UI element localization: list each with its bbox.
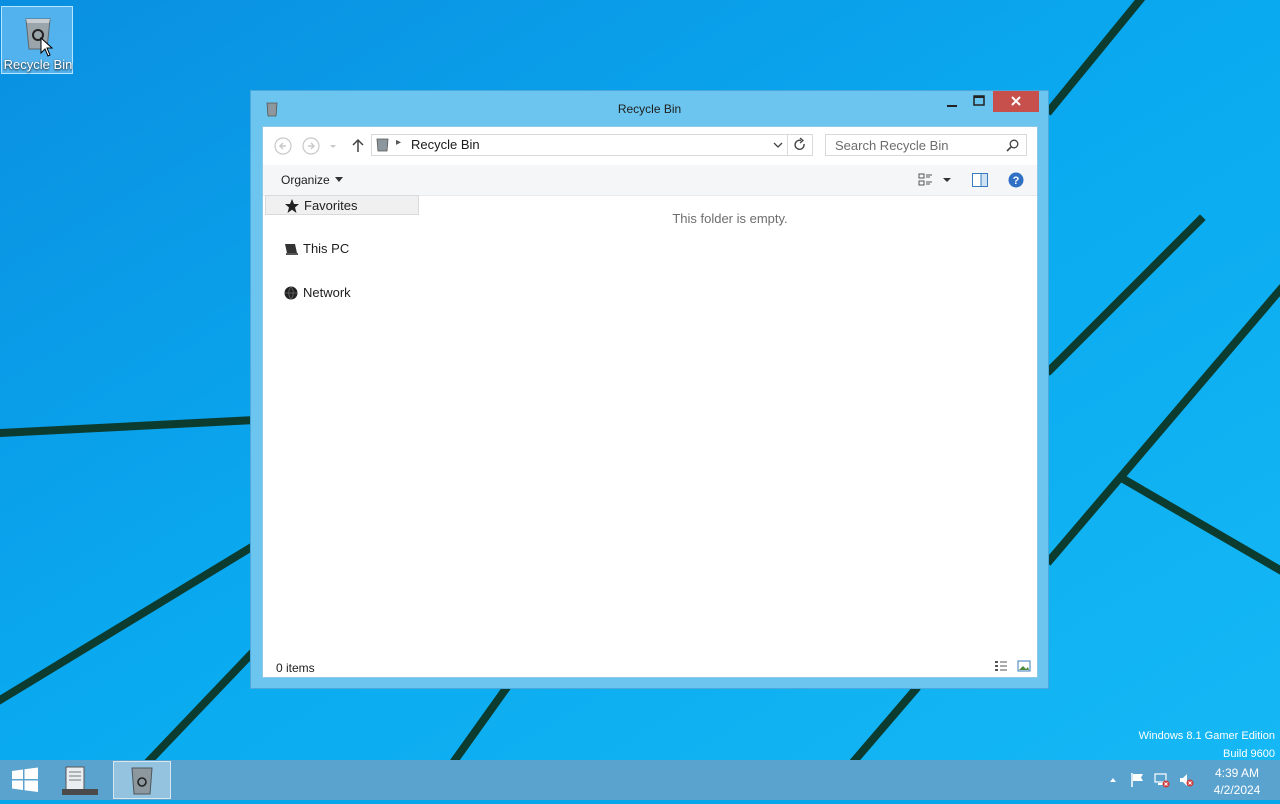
address-dropdown-icon[interactable] — [772, 139, 784, 151]
nav-item-network[interactable]: Network — [265, 283, 419, 303]
breadcrumb-recycle-bin[interactable]: Recycle Bin — [411, 137, 480, 152]
view-options-chevron-icon[interactable] — [941, 171, 953, 189]
recent-locations-chevron-icon[interactable] — [327, 136, 339, 156]
title-bar[interactable]: Recycle Bin — [251, 91, 1048, 125]
svg-text:?: ? — [1013, 175, 1020, 187]
taskbar-recycle-bin[interactable] — [113, 761, 171, 799]
minimize-icon — [947, 105, 957, 107]
show-hidden-icons-chevron-icon[interactable] — [1108, 772, 1118, 788]
recycle-bin-icon — [376, 138, 389, 152]
flag-icon[interactable] — [1130, 772, 1146, 788]
network-icon — [284, 286, 298, 300]
organize-button[interactable]: Organize — [281, 173, 343, 187]
nav-item-label: Favorites — [304, 198, 358, 213]
details-view-icon[interactable] — [994, 660, 1008, 672]
chevron-down-icon — [334, 177, 343, 182]
clock-date: 4/2/2024 — [1213, 783, 1261, 797]
nav-item-label: This PC — [303, 241, 350, 256]
desktop-icon-recycle-bin[interactable]: Recycle Bin — [1, 6, 73, 74]
command-bar: Organize ? — [263, 165, 1037, 196]
search-icon[interactable] — [1006, 139, 1019, 152]
change-view-icon[interactable] — [917, 171, 935, 189]
search-box[interactable] — [825, 134, 1027, 156]
minimize-button[interactable] — [939, 91, 965, 112]
explorer-window: Recycle Bin ▸ Recycle Bin Search Recycle… — [250, 90, 1049, 689]
search-input[interactable] — [826, 135, 1005, 155]
nav-item-favorites[interactable]: Favorites — [265, 195, 419, 215]
navigation-bar: ▸ Recycle Bin — [263, 127, 1037, 165]
clock-time: 4:39 AM — [1214, 766, 1260, 780]
windows-watermark: Windows 8.1 Gamer Edition Build 9600 — [1139, 727, 1275, 763]
empty-folder-message: This folder is empty. — [672, 211, 788, 226]
explorer-client-area: ▸ Recycle Bin Organize — [262, 126, 1038, 678]
forward-button[interactable] — [301, 136, 321, 156]
back-button[interactable] — [273, 136, 293, 156]
desktop-icon-label: Recycle Bin — [3, 57, 73, 72]
refresh-icon — [794, 137, 805, 150]
nav-item-this-pc[interactable]: This PC — [265, 239, 419, 259]
breadcrumb-separator-icon: ▸ — [396, 137, 402, 148]
refresh-button[interactable] — [787, 134, 813, 156]
window-title: Recycle Bin — [617, 102, 682, 116]
up-arrow-button[interactable] — [348, 136, 368, 156]
preview-pane-icon[interactable] — [971, 171, 989, 189]
item-count: 0 items — [276, 661, 315, 675]
nav-item-label: Network — [303, 285, 351, 300]
start-button[interactable] — [10, 766, 40, 794]
help-icon[interactable]: ? — [1007, 171, 1025, 189]
recycle-bin-icon — [131, 767, 153, 795]
maximize-button[interactable] — [966, 91, 992, 112]
organize-label: Organize — [281, 173, 330, 187]
watermark-edition: Windows 8.1 Gamer Edition — [1138, 730, 1275, 742]
close-icon — [1011, 96, 1021, 106]
file-explorer-icon — [62, 766, 98, 795]
mouse-cursor-icon — [40, 37, 54, 57]
taskbar: 4:39 AM 4/2/2024 — [0, 760, 1280, 800]
status-bar: 0 items — [263, 655, 1037, 677]
network-error-icon[interactable] — [1154, 772, 1170, 788]
volume-muted-icon[interactable] — [1178, 772, 1194, 788]
taskbar-file-explorer[interactable] — [52, 761, 110, 799]
large-icons-view-icon[interactable] — [1017, 660, 1031, 672]
maximize-icon — [973, 95, 985, 106]
system-clock[interactable]: 4:39 AM 4/2/2024 — [1198, 765, 1276, 799]
computer-icon — [285, 244, 298, 255]
close-button[interactable] — [993, 91, 1039, 112]
navigation-pane: Favorites This PC Network — [263, 195, 423, 655]
star-icon — [285, 199, 299, 213]
address-bar[interactable]: ▸ Recycle Bin — [371, 134, 813, 156]
